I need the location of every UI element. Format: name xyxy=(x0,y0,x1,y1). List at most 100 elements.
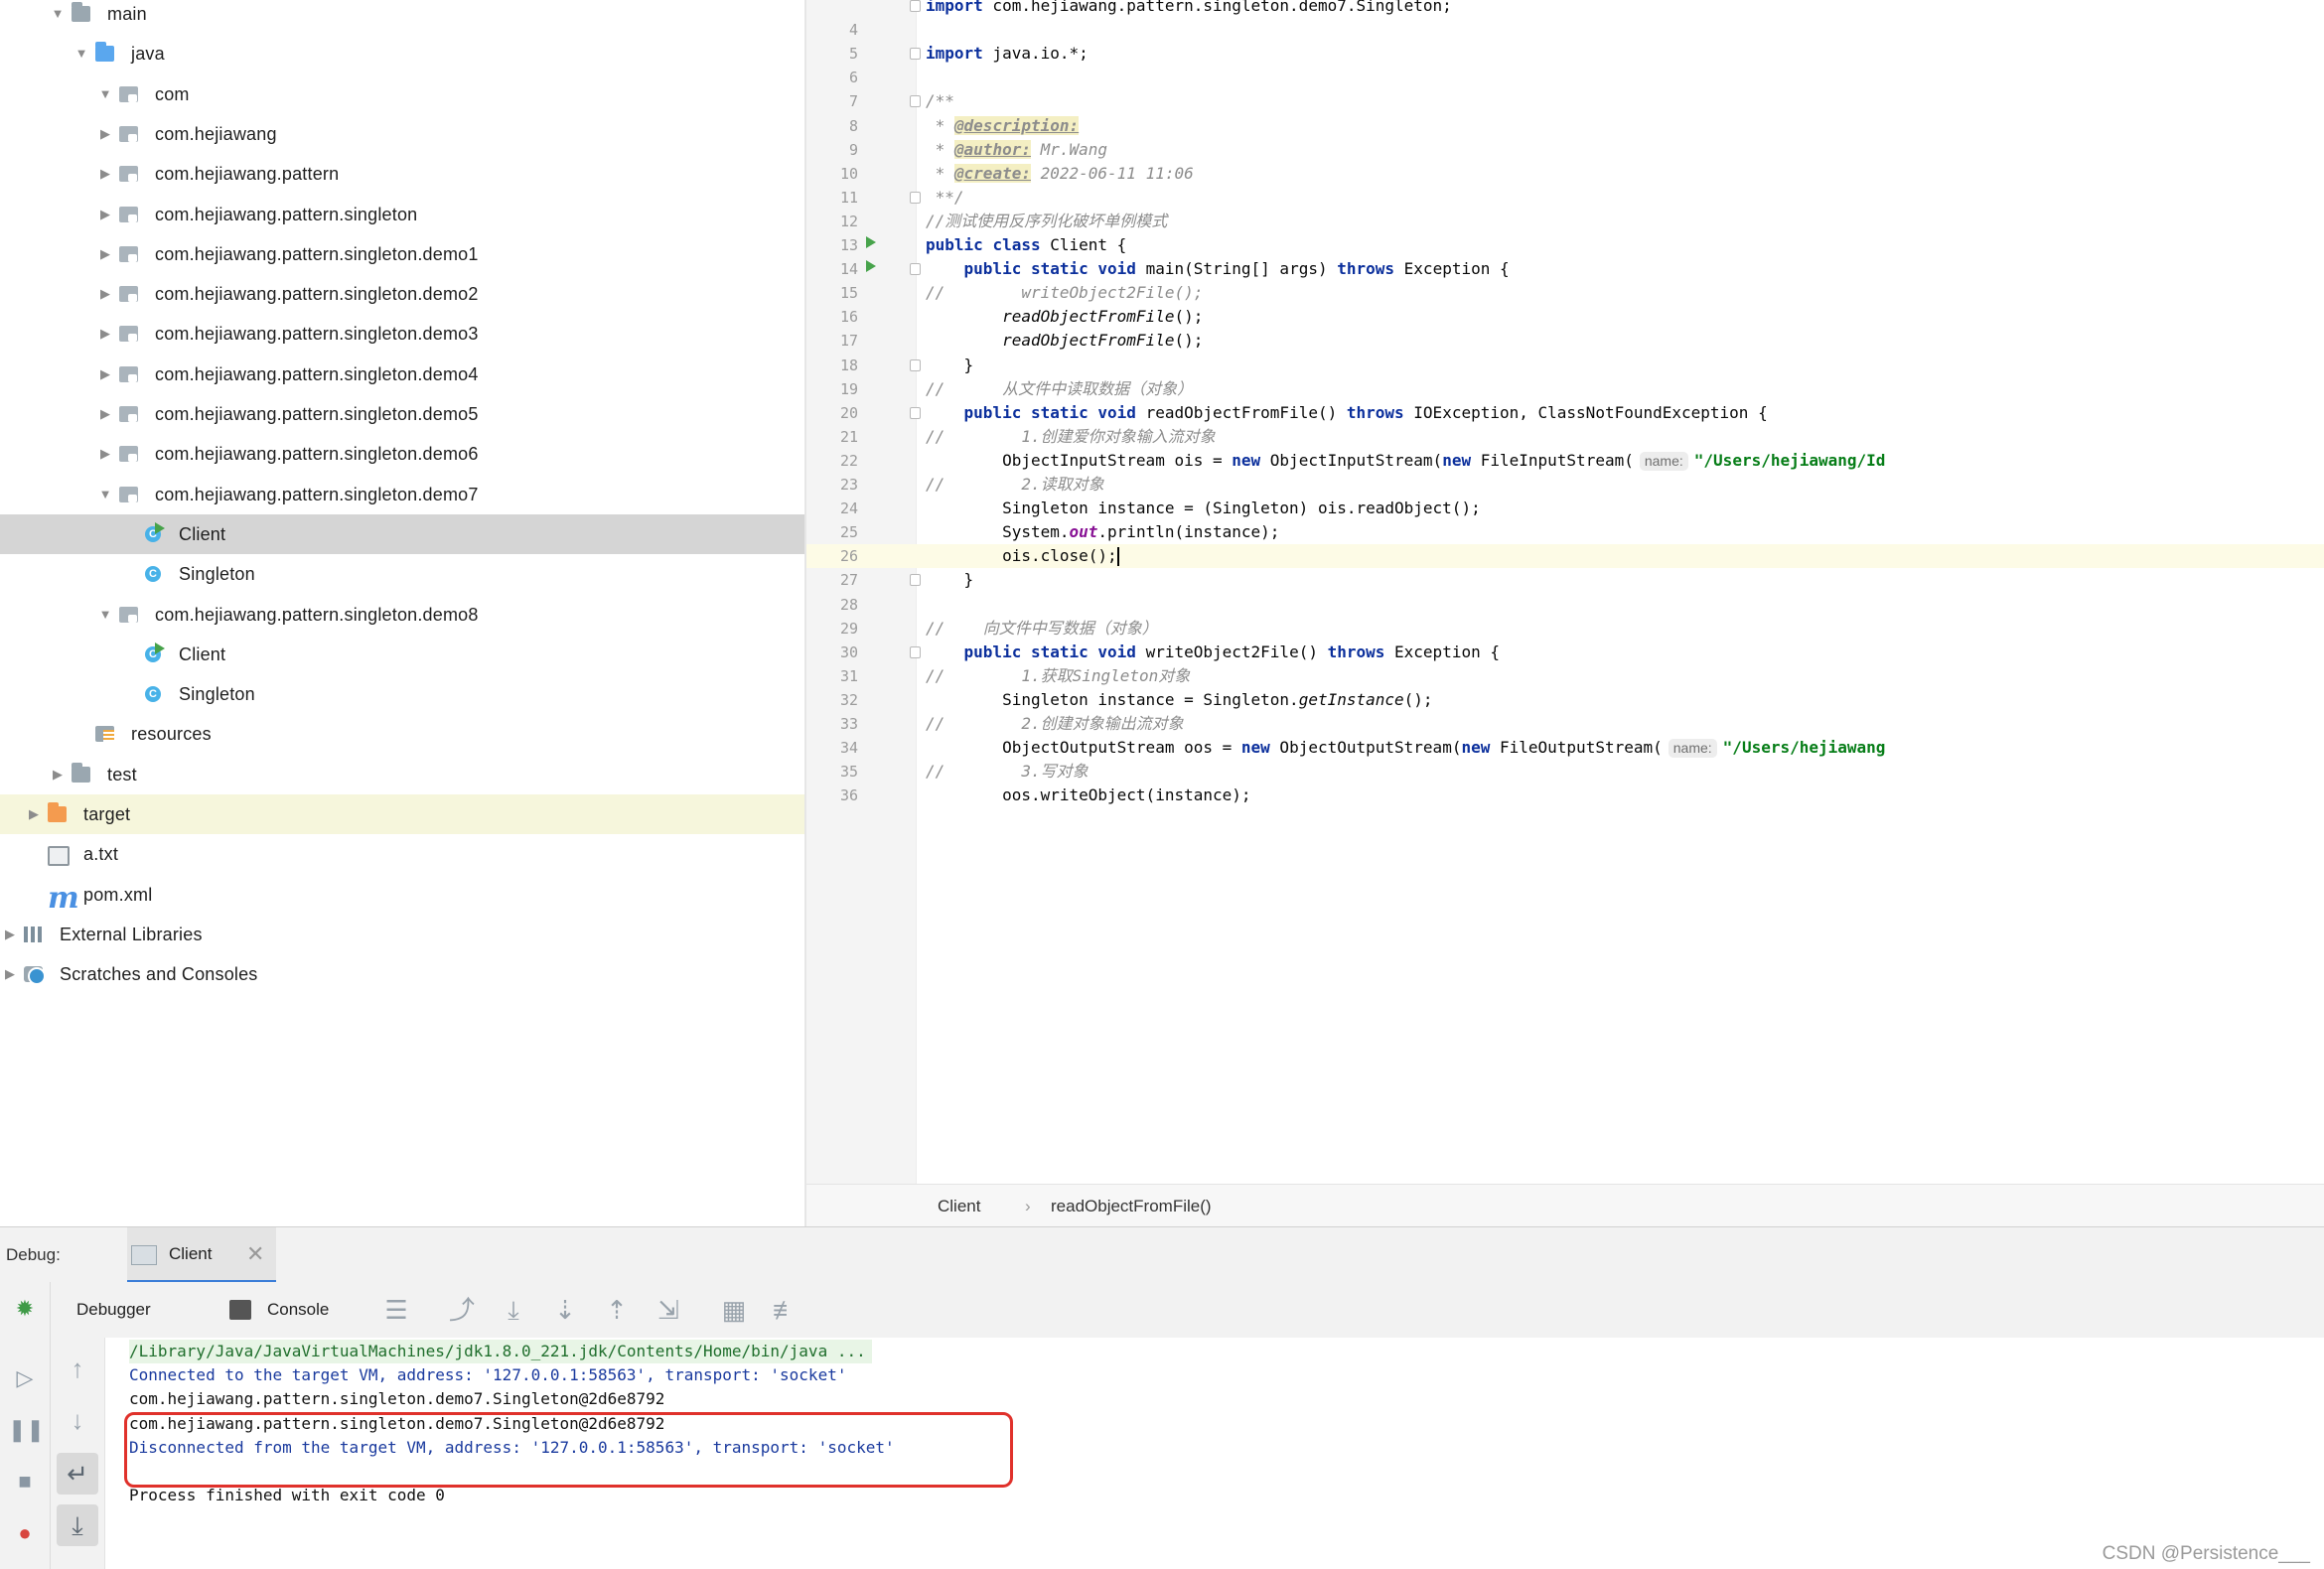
chevron-right-icon[interactable]: ▶ xyxy=(93,314,117,354)
chevron-right-icon[interactable]: ▶ xyxy=(0,954,22,994)
code-line[interactable]: 33 // 2.创建对象输出流对象 xyxy=(806,712,2324,736)
code-line[interactable]: 35 // 3.写对象 xyxy=(806,760,2324,784)
fold-icon[interactable] xyxy=(910,48,921,61)
code-line[interactable]: 14 public static void main(String[] args… xyxy=(806,257,2324,281)
run-gutter-icon[interactable] xyxy=(866,236,876,248)
tree-item[interactable]: ▶ target xyxy=(0,794,804,835)
code-line[interactable]: 16 readObjectFromFile(); xyxy=(806,305,2324,329)
fold-icon[interactable] xyxy=(910,263,921,276)
show-execution-point-icon[interactable]: ⤴ xyxy=(444,1292,480,1328)
code-line[interactable]: 31 // 1.获取Singleton对象 xyxy=(806,664,2324,688)
code-line[interactable]: 10 * @create: 2022-06-11 11:06 xyxy=(806,162,2324,186)
code-line[interactable]: 9 * @author: Mr.Wang xyxy=(806,138,2324,162)
view-breakpoints-icon[interactable]: ● xyxy=(8,1516,42,1550)
tree-item[interactable]: ▼ com.hejiawang.pattern.singleton.demo7 xyxy=(0,475,804,514)
tree-item[interactable]: ▶ com.hejiawang.pattern.singleton.demo6 xyxy=(0,434,804,474)
down-arrow-icon[interactable]: ↓ xyxy=(57,1399,98,1441)
chevron-down-icon[interactable]: ▼ xyxy=(93,595,117,635)
fold-icon[interactable] xyxy=(910,0,921,12)
fold-icon[interactable] xyxy=(910,358,921,371)
tree-item[interactable]: C Singleton xyxy=(0,674,804,714)
code-line[interactable]: 8 * @description: xyxy=(806,114,2324,138)
tree-item[interactable]: ▶ com.hejiawang.pattern.singleton xyxy=(0,195,804,234)
breadcrumb-class[interactable]: Client xyxy=(938,1185,980,1227)
code-line[interactable]: 6 xyxy=(806,66,2324,89)
step-over-icon[interactable]: ⤓ xyxy=(496,1292,531,1328)
debug-run-tab[interactable]: Client ✕ xyxy=(127,1227,276,1283)
tree-item[interactable]: resources xyxy=(0,714,804,754)
run-to-cursor-icon[interactable]: ⇲ xyxy=(651,1292,686,1328)
trace-icon[interactable]: ≢ xyxy=(768,1292,803,1328)
tree-item[interactable]: m pom.xml xyxy=(0,875,804,915)
fold-icon[interactable] xyxy=(910,95,921,108)
tree-item[interactable]: a.txt xyxy=(0,834,804,874)
tree-item[interactable]: ▶ Scratches and Consoles xyxy=(0,954,804,994)
tree-item[interactable]: C Client xyxy=(0,513,804,555)
breadcrumb-method[interactable]: readObjectFromFile() xyxy=(1051,1185,1212,1227)
up-arrow-icon[interactable]: ↑ xyxy=(57,1348,98,1389)
code-line[interactable]: 18 } xyxy=(806,354,2324,377)
tree-item[interactable]: ▶ External Libraries xyxy=(0,915,804,954)
tree-item[interactable]: ▼ java xyxy=(0,34,804,73)
step-out-icon[interactable]: ⇡ xyxy=(599,1292,635,1328)
code-editor[interactable]: import com.hejiawang.pattern.singleton.d… xyxy=(806,0,2324,1184)
fold-icon[interactable] xyxy=(910,645,921,658)
code-line[interactable]: 27 } xyxy=(806,568,2324,592)
chevron-right-icon[interactable]: ▶ xyxy=(0,915,22,954)
scroll-to-end-icon[interactable]: ⤓ xyxy=(57,1504,98,1546)
resume-icon[interactable]: ▷ xyxy=(8,1361,42,1395)
tree-item[interactable]: ▼ main xyxy=(0,0,804,34)
code-line[interactable]: 30 public static void writeObject2File()… xyxy=(806,641,2324,664)
debug-bug-icon[interactable]: ✹ xyxy=(8,1292,42,1326)
chevron-down-icon[interactable]: ▼ xyxy=(93,74,117,114)
code-line[interactable]: 4 xyxy=(806,18,2324,42)
evaluate-expression-icon[interactable]: ▦ xyxy=(716,1292,752,1328)
close-icon[interactable]: ✕ xyxy=(246,1227,264,1280)
tree-item[interactable]: ▶ com.hejiawang.pattern xyxy=(0,154,804,194)
code-line[interactable]: 28 xyxy=(806,593,2324,617)
code-line[interactable]: 22 ObjectInputStream ois = new ObjectInp… xyxy=(806,449,2324,473)
code-line[interactable]: 36 oos.writeObject(instance); xyxy=(806,784,2324,807)
chevron-right-icon[interactable]: ▶ xyxy=(93,195,117,234)
code-line[interactable]: 23 // 2.读取对象 xyxy=(806,473,2324,497)
code-line[interactable]: 5 import java.io.*; xyxy=(806,42,2324,66)
code-line[interactable]: 24 Singleton instance = (Singleton) ois.… xyxy=(806,497,2324,520)
code-line[interactable]: 7 /** xyxy=(806,89,2324,113)
chevron-down-icon[interactable]: ▼ xyxy=(70,34,93,73)
code-line[interactable]: 20 public static void readObjectFromFile… xyxy=(806,401,2324,425)
code-line[interactable]: import com.hejiawang.pattern.singleton.d… xyxy=(806,0,2324,18)
tree-item[interactable]: ▶ com.hejiawang xyxy=(0,114,804,154)
code-line[interactable]: 12 //测试使用反序列化破坏单例模式 xyxy=(806,210,2324,233)
code-line[interactable]: 26 ois.close(); xyxy=(806,544,2324,569)
fold-icon[interactable] xyxy=(910,406,921,419)
tree-item[interactable]: ▶ com.hejiawang.pattern.singleton.demo2 xyxy=(0,274,804,314)
step-into-icon[interactable]: ⇣ xyxy=(547,1292,583,1328)
tree-item[interactable]: ▼ com xyxy=(0,74,804,114)
pause-icon[interactable]: ❚❚ xyxy=(8,1413,45,1447)
run-gutter-icon[interactable] xyxy=(866,260,876,273)
code-line[interactable]: 21 // 1.创建爱你对象输入流对象 xyxy=(806,425,2324,449)
tree-item[interactable]: ▶ com.hejiawang.pattern.singleton.demo5 xyxy=(0,394,804,434)
tree-item[interactable]: ▼ com.hejiawang.pattern.singleton.demo8 xyxy=(0,595,804,635)
tree-item[interactable]: C Singleton xyxy=(0,554,804,594)
tab-console[interactable]: Console xyxy=(267,1282,329,1338)
chevron-right-icon[interactable]: ▶ xyxy=(22,794,46,834)
tree-item[interactable]: ▶ com.hejiawang.pattern.singleton.demo3 xyxy=(0,314,804,354)
tab-debugger[interactable]: Debugger xyxy=(76,1282,151,1338)
code-line[interactable]: 32 Singleton instance = Singleton.getIns… xyxy=(806,688,2324,712)
code-line[interactable]: 29 // 向文件中写数据（对象） xyxy=(806,617,2324,641)
chevron-right-icon[interactable]: ▶ xyxy=(93,434,117,474)
chevron-right-icon[interactable]: ▶ xyxy=(46,755,70,794)
fold-icon[interactable] xyxy=(910,191,921,204)
fold-icon[interactable] xyxy=(910,574,921,587)
tree-item[interactable]: ▶ com.hejiawang.pattern.singleton.demo1 xyxy=(0,234,804,274)
code-line[interactable]: 15 // writeObject2File(); xyxy=(806,281,2324,305)
code-line[interactable]: 34 ObjectOutputStream oos = new ObjectOu… xyxy=(806,736,2324,760)
chevron-right-icon[interactable]: ▶ xyxy=(93,154,117,194)
code-line[interactable]: 25 System.out.println(instance); xyxy=(806,520,2324,544)
soft-wrap-icon[interactable]: ↵ xyxy=(57,1453,98,1495)
chevron-right-icon[interactable]: ▶ xyxy=(93,234,117,274)
tree-item[interactable]: C Client xyxy=(0,635,804,674)
code-line[interactable]: 13 public class Client { xyxy=(806,233,2324,257)
code-line[interactable]: 19 // 从文件中读取数据（对象） xyxy=(806,377,2324,401)
